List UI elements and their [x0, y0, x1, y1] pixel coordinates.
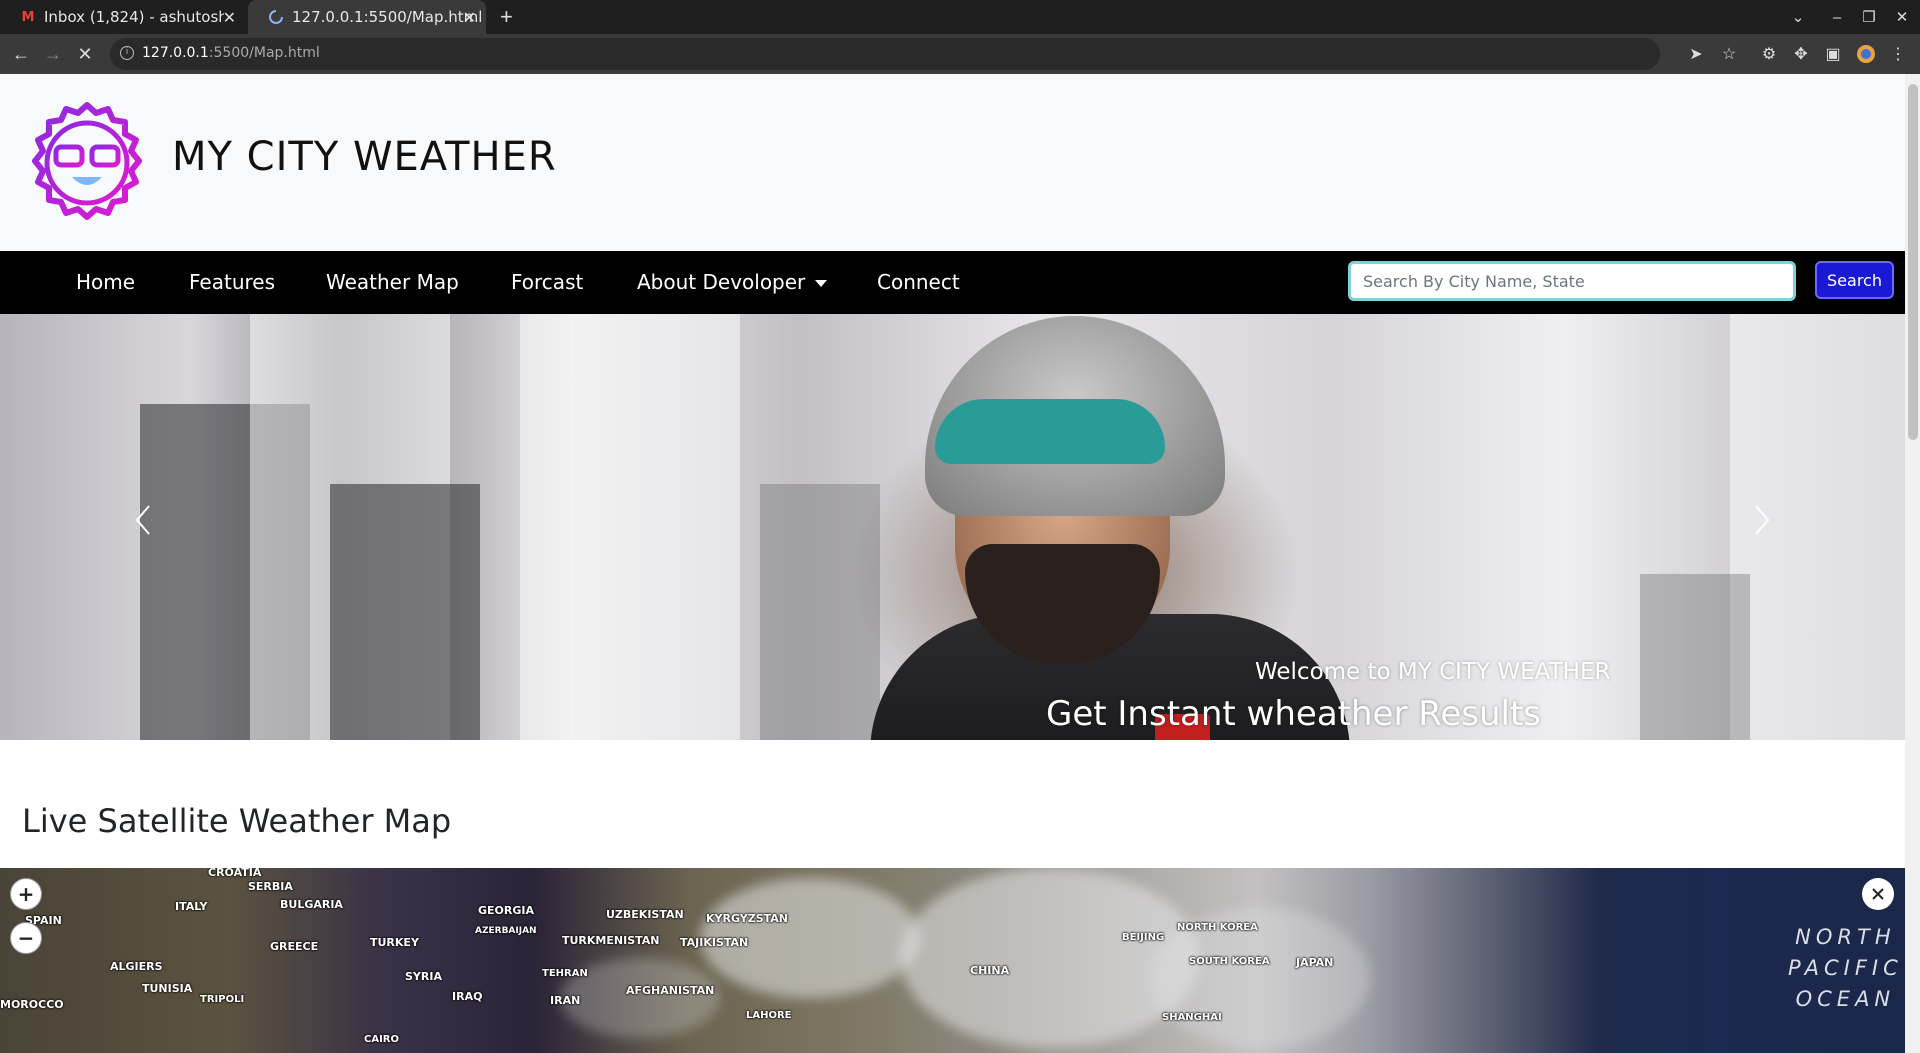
puzzle-icon[interactable]: ✥ [1791, 44, 1811, 64]
ocean-label: NORTH PACIFIC OCEAN [1788, 922, 1903, 1015]
building-shape [1640, 574, 1750, 740]
building-shape [330, 484, 480, 740]
map-label: AZERBAIJAN [475, 926, 537, 936]
map-label: GEORGIA [478, 904, 534, 917]
map-label: CROATIA [208, 868, 262, 879]
building-shape [520, 314, 740, 740]
map-label: IRAN [550, 994, 581, 1007]
nav-home[interactable]: Home [76, 270, 135, 294]
browser-tab-bar: M Inbox (1,824) - ashutosh.s ✕ 127.0.0.1… [0, 0, 1920, 34]
building-shape [760, 484, 880, 740]
site-info-icon[interactable]: i [120, 46, 134, 60]
map-label: KYRGYZSTAN [706, 912, 788, 925]
sun-glasses-logo-icon[interactable] [26, 101, 148, 223]
map-label: MOROCCO [0, 998, 64, 1011]
site-header: MY CITY WEATHER [0, 74, 1905, 251]
hero-caption-subtitle: Welcome to MY CITY WEATHER [1255, 659, 1611, 685]
browser-toolbar: ← → ✕ i 127.0.0.1:5500/Map.html ➤ ☆ ⚙ ✥ … [0, 34, 1920, 74]
carousel-next-icon[interactable] [1752, 502, 1772, 538]
menu-kebab-icon[interactable]: ⋮ [1888, 44, 1908, 64]
search-button[interactable]: Search [1815, 261, 1894, 299]
ocean-label-line: OCEAN [1795, 987, 1896, 1011]
map-label: ALGIERS [110, 960, 163, 973]
city-search-input[interactable] [1348, 261, 1796, 301]
map-label: BEIJING [1122, 932, 1165, 943]
nav-about-devoloper[interactable]: About Devoloper [637, 270, 828, 294]
brand-title: MY CITY WEATHER [172, 134, 557, 180]
zoom-out-button[interactable]: − [10, 922, 42, 954]
map-label: SHANGHAI [1162, 1012, 1222, 1023]
page-scrollbar[interactable] [1905, 74, 1920, 1053]
main-navbar: Home Features Weather Map Forcast About … [0, 251, 1905, 314]
ocean-label-line: NORTH [1795, 925, 1896, 949]
nav-weather-map[interactable]: Weather Map [326, 270, 459, 294]
send-icon[interactable]: ➤ [1686, 44, 1706, 64]
hero-person-helmet-visor [935, 399, 1165, 464]
section-title: Live Satellite Weather Map [22, 802, 452, 840]
map-label: NORTH KOREA [1177, 922, 1258, 933]
nav-forcast[interactable]: Forcast [511, 270, 583, 294]
gmail-icon: M [21, 9, 35, 25]
nav-features[interactable]: Features [189, 270, 275, 294]
ocean-label-line: PACIFIC [1788, 956, 1903, 980]
tab-map[interactable]: 127.0.0.1:5500/Map.html ✕ [248, 0, 486, 34]
close-tab-icon[interactable]: ✕ [223, 8, 236, 27]
url-text: 127.0.0.1:5500/Map.html [142, 45, 320, 61]
map-label: SOUTH KOREA [1189, 956, 1270, 967]
address-bar[interactable]: i 127.0.0.1:5500/Map.html [110, 38, 1660, 70]
map-label: JAPAN [1296, 956, 1334, 969]
map-label: TAJIKISTAN [680, 936, 749, 949]
map-label: TRIPOLI [200, 994, 245, 1005]
extension-icon[interactable]: ⚙ [1759, 44, 1779, 64]
map-close-icon[interactable] [1862, 878, 1894, 910]
scrollbar-thumb[interactable] [1908, 84, 1918, 440]
carousel-prev-icon[interactable] [133, 502, 153, 538]
map-label: UZBEKISTAN [606, 908, 684, 921]
page-viewport: MY CITY WEATHER Home Features Weather Ma… [0, 74, 1920, 1053]
nav-about-label: About Devoloper [637, 270, 806, 294]
new-tab-icon[interactable]: + [500, 4, 513, 30]
profile-avatar-icon[interactable] [1856, 44, 1876, 64]
minimize-icon[interactable]: – [1822, 0, 1852, 34]
map-label: TUNISIA [142, 982, 193, 995]
map-label: TURKEY [370, 936, 419, 949]
bookmark-star-icon[interactable]: ☆ [1719, 44, 1739, 64]
map-label: CAIRO [364, 1034, 399, 1045]
hero-carousel: Welcome to MY CITY WEATHER Get Instant w… [0, 314, 1905, 740]
map-label: ITALY [175, 900, 208, 913]
loading-icon [268, 9, 284, 25]
map-label: AFGHANISTAN [626, 984, 715, 997]
satellite-weather-map[interactable]: CROATIA SERBIA ITALY BULGARIA SPAIN GEOR… [0, 868, 1905, 1053]
map-label: TURKMENISTAN [562, 934, 660, 947]
map-label: IRAQ [452, 990, 483, 1003]
close-window-icon[interactable]: ✕ [1887, 0, 1917, 34]
map-label: SYRIA [405, 970, 442, 983]
tab-title: 127.0.0.1:5500/Map.html [292, 8, 483, 26]
map-label: BULGARIA [280, 898, 343, 911]
nav-connect[interactable]: Connect [877, 270, 960, 294]
restore-icon[interactable]: ❐ [1854, 0, 1884, 34]
map-label: CHINA [970, 964, 1010, 977]
hero-caption-title: Get Instant wheather Results [1046, 694, 1542, 734]
close-tab-icon[interactable]: ✕ [463, 8, 476, 27]
tab-search-icon[interactable]: ⌄ [1783, 0, 1813, 34]
zoom-in-button[interactable]: + [10, 878, 42, 910]
forward-icon[interactable]: → [38, 34, 68, 74]
tab-title: Inbox (1,824) - ashutosh.s [44, 8, 224, 26]
map-label: LAHORE [746, 1010, 792, 1021]
back-icon[interactable]: ← [6, 34, 36, 74]
stop-loading-icon[interactable]: ✕ [70, 34, 100, 74]
side-panel-icon[interactable]: ▣ [1823, 44, 1843, 64]
map-label: SERBIA [248, 880, 293, 893]
map-label: GREECE [270, 940, 319, 953]
dropdown-caret-icon [815, 280, 828, 287]
map-label: TEHRAN [542, 968, 588, 979]
tab-inbox[interactable]: M Inbox (1,824) - ashutosh.s ✕ [0, 0, 246, 34]
